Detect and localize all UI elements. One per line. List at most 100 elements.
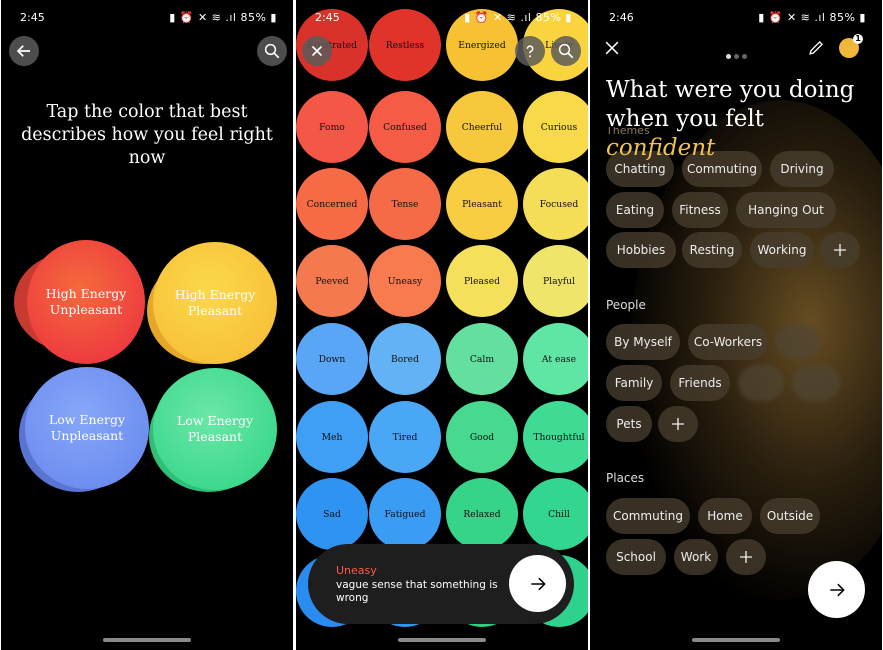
close-button[interactable] [602,38,622,58]
mood-label: Confused [383,121,427,133]
mood-bubble-sad[interactable]: Sad [296,478,368,550]
chip-person-by-myself[interactable]: By Myself [606,324,680,360]
help-button[interactable] [515,36,545,66]
status-bar: 2:45 ▮ ⏰ ✕ ≋ .ıl 85% ▮ [296,0,588,34]
next-button[interactable] [509,555,566,612]
mood-bubble-relaxed[interactable]: Relaxed [446,478,518,550]
arrow-right-icon [829,583,845,596]
close-button[interactable] [302,36,332,66]
mood-label: Tense [391,198,419,210]
selected-mood-word: Uneasy [336,564,377,577]
quadrant-label-2: Pleasant [187,429,243,444]
quadrant-high-energy-unpleasant[interactable]: High Energy Unpleasant [27,240,145,364]
quadrant-high-energy-pleasant[interactable]: High Energy Pleasant [153,242,277,364]
mood-bubble-cheerful[interactable]: Cheerful [446,91,518,163]
gesture-bar[interactable] [103,638,191,642]
status-bar: 2:45 ▮ ⏰ ✕ ≋ .ıl 85% ▮ [1,0,293,34]
chip-person-friends[interactable]: Friends [670,365,730,401]
status-icons: ▮ ⏰ ✕ ≋ .ıl 85% ▮ [758,11,866,24]
avatar[interactable]: 1 [839,34,863,58]
edit-button[interactable] [807,38,827,58]
chip-place-school[interactable]: School [606,539,666,575]
page-title: What were you doing when you felt confid… [606,76,876,163]
mood-bubble-calm[interactable]: Calm [446,323,518,395]
chip-person-pets[interactable]: Pets [606,406,652,442]
status-icons: ▮ ⏰ ✕ ≋ .ıl 85% ▮ [169,11,277,24]
chip-theme-eating[interactable]: Eating [606,192,664,228]
mood-bubble-chill[interactable]: Chill [523,478,588,550]
arrow-right-icon [530,577,546,590]
mood-label: Sad [323,508,341,520]
status-time: 2:45 [315,11,340,24]
chip-place-outside[interactable]: Outside [760,498,820,534]
chip-person-hidden[interactable] [792,365,840,401]
mood-bubble-at-ease[interactable]: At ease [523,323,588,395]
search-button[interactable] [257,36,287,66]
mood-bubble-thoughtful[interactable]: Thoughtful [523,401,588,473]
quadrant-label-1: Low Energy [176,413,254,428]
chip-theme-working[interactable]: Working [750,232,814,268]
mood-label: Cheerful [461,121,503,133]
mood-label: Curious [540,121,578,133]
mood-label: At ease [541,353,577,365]
mood-bubble-down[interactable]: Down [296,323,368,395]
chip-theme-resting[interactable]: Resting [682,232,742,268]
mood-label: Tired [392,431,418,443]
mood-bubble-curious[interactable]: Curious [523,91,588,163]
search-button[interactable] [551,36,581,66]
status-icons: ▮ ⏰ ✕ ≋ .ıl 85% ▮ [464,11,572,24]
mood-bubble-bored[interactable]: Bored [369,323,441,395]
status-time: 2:46 [609,11,634,24]
chip-person-family[interactable]: Family [606,365,662,401]
mood-bubble-tense[interactable]: Tense [369,168,441,240]
quadrant-low-energy-unpleasant[interactable]: Low Energy Unpleasant [25,367,149,489]
gesture-bar[interactable] [398,638,486,642]
quadrant-label-2: Unpleasant [50,428,124,443]
plus-icon [740,551,752,563]
chip-theme-fitness[interactable]: Fitness [672,192,728,228]
mood-bubble-confused[interactable]: Confused [369,91,441,163]
chip-place-home[interactable]: Home [698,498,752,534]
add-tag-button[interactable] [820,232,860,268]
mood-bubble-fatigued[interactable]: Fatigued [369,478,441,550]
quadrant-label-1: High Energy [45,286,127,301]
notification-badge: 1 [853,34,863,44]
chip-person-hidden[interactable] [738,365,784,401]
mood-label: Down [318,353,346,365]
mood-label: Thoughtful [533,431,585,443]
add-tag-button[interactable] [658,406,698,442]
mood-bubble-concerned[interactable]: Concerned [296,168,368,240]
mood-bubble-playful[interactable]: Playful [523,245,588,317]
chip-person-hidden[interactable] [776,324,820,360]
mood-bubble-pleased[interactable]: Pleased [446,245,518,317]
mood-bubble-meh[interactable]: Meh [296,401,368,473]
mood-label: Pleasant [462,198,502,210]
mood-label: Meh [321,431,343,443]
add-tag-button[interactable] [726,539,766,575]
mood-bubble-tired[interactable]: Tired [369,401,441,473]
selected-mood-card: Uneasy vague sense that something is wro… [308,544,574,624]
question-icon [526,45,534,58]
search-icon [558,43,574,59]
mood-label: Playful [542,275,576,287]
mood-label: Fomo [319,121,345,133]
gesture-bar[interactable] [692,638,780,642]
close-icon [311,45,323,57]
back-button[interactable] [9,36,39,66]
mood-bubble-peeved[interactable]: Peeved [296,245,368,317]
next-button[interactable] [808,561,865,618]
chip-place-work[interactable]: Work [674,539,718,575]
mood-bubble-focused[interactable]: Focused [523,168,588,240]
mood-label: Restless [385,39,425,51]
mood-bubble-pleasant[interactable]: Pleasant [446,168,518,240]
mood-bubble-uneasy[interactable]: Uneasy [369,245,441,317]
chip-place-commuting[interactable]: Commuting [606,498,690,534]
mood-bubble-fomo[interactable]: Fomo [296,91,368,163]
pencil-icon [809,41,823,55]
chip-theme-hobbies[interactable]: Hobbies [606,232,676,268]
chip-person-co-workers[interactable]: Co-Workers [688,324,768,360]
quadrant-low-energy-pleasant[interactable]: Low Energy Pleasant [153,368,277,490]
mood-bubble-good[interactable]: Good [446,401,518,473]
chip-theme-hanging-out[interactable]: Hanging Out [736,192,836,228]
page-prompt: Tap the color that best describes how yo… [21,102,273,168]
